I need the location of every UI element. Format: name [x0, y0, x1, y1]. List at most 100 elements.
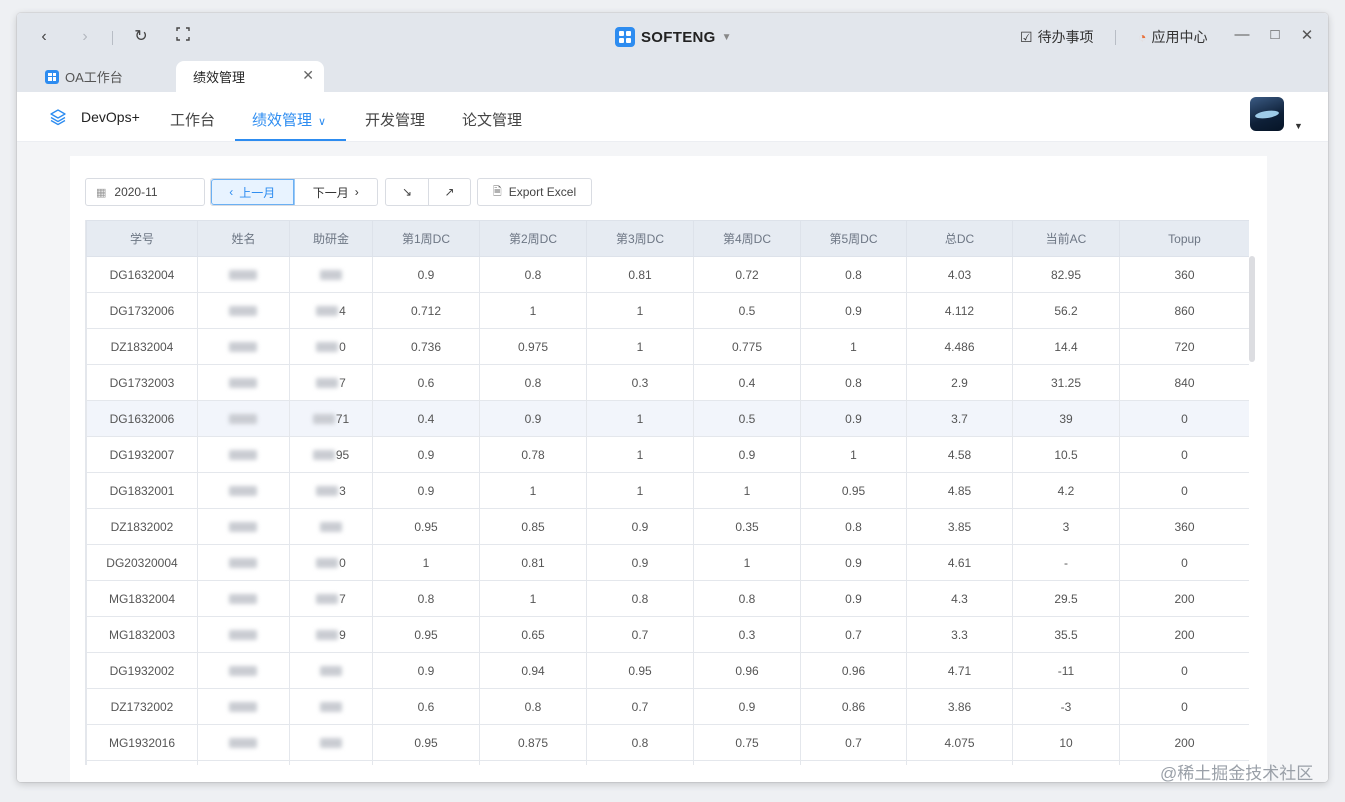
month-picker[interactable]: ▦ 2020-11	[85, 178, 205, 206]
table-cell-total: 4.71	[906, 652, 1013, 689]
todo-button[interactable]: ☑ 待办事项	[1020, 26, 1094, 48]
column-header[interactable]: 第1周DC	[372, 220, 480, 257]
table-cell-id: MG1932016	[86, 724, 198, 761]
column-header[interactable]: Topup	[1119, 220, 1249, 257]
avatar[interactable]	[1250, 97, 1284, 131]
table-row[interactable]: DG1932002 0.9 0.94 0.95 0.96 0.96 4.71 -11 0	[86, 652, 1249, 689]
column-header[interactable]: 第2周DC	[479, 220, 587, 257]
table-cell-ac: 4.2	[1012, 472, 1120, 509]
column-header[interactable]: 学号	[86, 220, 198, 257]
table-row[interactable]: DG1632004 0.9 0.8 0.81 0.72 0.8 4.03 82.95 360	[86, 256, 1249, 293]
fullscreen-icon[interactable]	[173, 27, 193, 47]
sort-button-group: ↘ ↗	[385, 178, 471, 206]
caret-down-icon: ▼	[721, 31, 732, 43]
table-cell-grant	[289, 652, 373, 689]
table-row[interactable]	[86, 760, 1249, 765]
table-row[interactable]: DG1732003 7 0.6 0.8 0.3 0.4 0.8 2.9 31.25 840	[86, 364, 1249, 401]
table-cell-grant: 0	[289, 544, 373, 581]
caret-down-icon[interactable]: ▼	[1294, 121, 1303, 131]
column-header[interactable]: 助研金	[289, 220, 373, 257]
tab-oa-workbench[interactable]: OA工作台	[17, 61, 174, 92]
arrow-up-right-icon[interactable]: ↗	[427, 179, 470, 205]
nav-workbench[interactable]: 工作台	[170, 109, 215, 130]
table-cell-topup: 0	[1119, 688, 1249, 725]
table-cell-topup: 860	[1119, 292, 1249, 329]
column-header[interactable]: 第4周DC	[693, 220, 801, 257]
table-cell-name	[197, 616, 290, 653]
minimize-icon[interactable]: —	[1233, 26, 1251, 43]
table-row[interactable]: DZ1732002 0.6 0.8 0.7 0.9 0.86 3.86 -3 0	[86, 688, 1249, 725]
redacted-value	[229, 738, 257, 749]
table-cell-topup: 200	[1119, 724, 1249, 761]
table-cell-w2: 0.78	[479, 436, 587, 473]
close-tab-icon[interactable]: ✕	[302, 67, 314, 84]
table-cell-id: MG1832004	[86, 580, 198, 617]
back-icon[interactable]: ‹	[34, 27, 54, 47]
table-row[interactable]: DG1832001 3 0.9 1 1 1 0.95 4.85 4.2 0	[86, 472, 1249, 509]
table-cell-w5: 0.9	[800, 580, 907, 617]
table-cell-ac: 14.4	[1012, 328, 1120, 365]
table-cell-w4: 0.9	[693, 688, 801, 725]
export-excel-button[interactable]: 🗎 Export Excel	[477, 178, 592, 206]
next-month-button[interactable]: 下一月 ›	[295, 179, 378, 205]
table-cell-w2: 0.8	[479, 688, 587, 725]
table-row[interactable]: DG1932007 95 0.9 0.78 1 0.9 1 4.58 10.5 0	[86, 436, 1249, 473]
table-cell-w2: 0.8	[479, 364, 587, 401]
app-center-button[interactable]: ◔ 应用中心	[1138, 26, 1207, 48]
redacted-value	[316, 594, 339, 605]
table-row[interactable]: DG1632006 71 0.4 0.9 1 0.5 0.9 3.7 39 0	[86, 400, 1249, 437]
table-cell-grant: 7	[289, 580, 373, 617]
cell-text: 0	[339, 555, 346, 570]
table-cell-w3: 1	[586, 436, 694, 473]
table-cell	[197, 760, 290, 765]
table-cell-id: DZ1832002	[86, 508, 198, 545]
table-row[interactable]: MG1932016 0.95 0.875 0.8 0.75 0.7 4.075 10 200	[86, 724, 1249, 761]
month-value: 2020-11	[114, 185, 158, 199]
table-cell-w1: 0.9	[372, 256, 480, 293]
tab-performance[interactable]: 绩效管理 ✕	[176, 61, 324, 92]
column-header[interactable]: 第3周DC	[586, 220, 694, 257]
cell-text: 7	[339, 591, 346, 606]
redacted-value	[319, 738, 342, 749]
table-cell-w3: 1	[586, 328, 694, 365]
table-row[interactable]: MG1832004 7 0.8 1 0.8 0.8 0.9 4.3 29.5 200	[86, 580, 1249, 617]
table-cell-topup: 0	[1119, 652, 1249, 689]
table-row[interactable]: DZ1832004 0 0.736 0.975 1 0.775 1 4.486 14.4 720	[86, 328, 1249, 365]
maximize-icon[interactable]: □	[1266, 26, 1284, 43]
column-header[interactable]: 当前AC	[1012, 220, 1120, 257]
table-cell-w4: 0.8	[693, 580, 801, 617]
table-cell-topup: 0	[1119, 544, 1249, 581]
app-window: ‹ › ↻ SOFTENG ▼ ☑ 待办事项 ◔ 应用中心 — □ ✕ OA工作…	[17, 13, 1328, 782]
brand-logo-icon	[615, 27, 635, 47]
table-cell-w1: 0.6	[372, 364, 480, 401]
column-header[interactable]: 姓名	[197, 220, 290, 257]
table-row[interactable]: DG1732006 4 0.712 1 1 0.5 0.9 4.112 56.2 860	[86, 292, 1249, 329]
table-cell	[693, 760, 801, 765]
table-cell-w5: 0.8	[800, 364, 907, 401]
month-nav-group: ‹ 上一月 下一月 ›	[210, 178, 378, 206]
close-window-icon[interactable]: ✕	[1298, 26, 1316, 44]
redacted-value	[229, 378, 257, 389]
redacted-value	[229, 594, 257, 605]
table-cell-grant: 3	[289, 472, 373, 509]
table-scrollbar[interactable]	[1249, 256, 1255, 362]
export-label: Export Excel	[508, 185, 577, 199]
nav-performance[interactable]: 绩效管理 ∨	[252, 109, 326, 130]
forward-icon[interactable]: ›	[75, 27, 95, 47]
nav-thesis[interactable]: 论文管理	[462, 109, 522, 130]
table-cell-ac: -11	[1012, 652, 1120, 689]
column-header[interactable]: 总DC	[906, 220, 1013, 257]
brand-switcher[interactable]: SOFTENG ▼	[615, 25, 732, 49]
table-cell-grant: 95	[289, 436, 373, 473]
table-row[interactable]: MG1832003 9 0.95 0.65 0.7 0.3 0.7 3.3 35.5 200	[86, 616, 1249, 653]
table-cell-id: MG1832003	[86, 616, 198, 653]
table-row[interactable]: DZ1832002 0.95 0.85 0.9 0.35 0.8 3.85 3 360	[86, 508, 1249, 545]
refresh-icon[interactable]: ↻	[131, 27, 151, 47]
nav-development[interactable]: 开发管理	[365, 109, 425, 130]
table-row[interactable]: DG20320004 0 1 0.81 0.9 1 0.9 4.61-0	[86, 544, 1249, 581]
prev-month-button[interactable]: ‹ 上一月	[211, 179, 295, 205]
column-header[interactable]: 第5周DC	[800, 220, 907, 257]
table-cell-topup: 0	[1119, 472, 1249, 509]
arrow-down-right-icon[interactable]: ↘	[386, 179, 428, 205]
layers-icon	[49, 108, 67, 126]
